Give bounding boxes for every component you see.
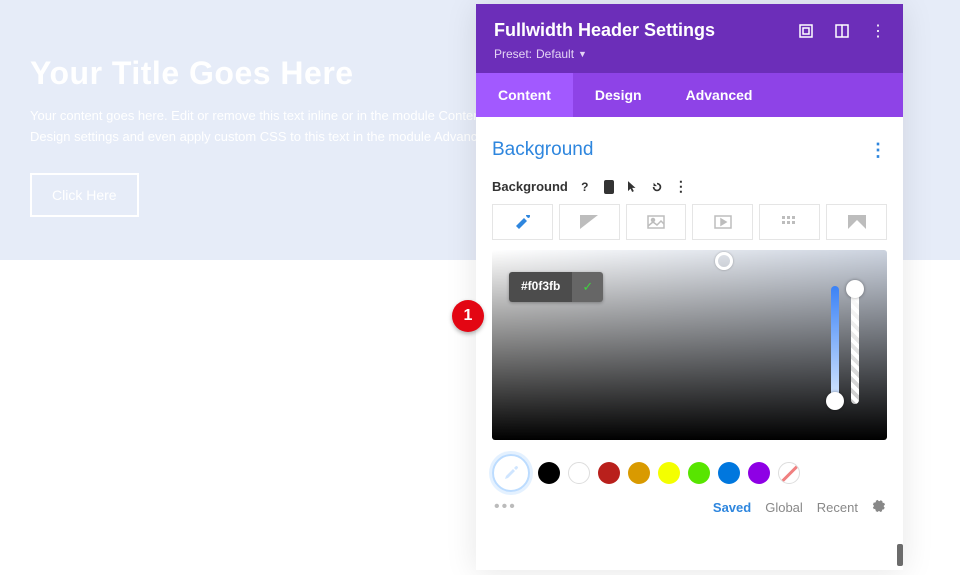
preset-value: Default [536, 47, 574, 61]
alpha-handle[interactable] [846, 280, 864, 298]
color-swatches [492, 454, 887, 492]
swatch-white[interactable] [568, 462, 590, 484]
swatch-purple[interactable] [748, 462, 770, 484]
tab-advanced[interactable]: Advanced [664, 73, 775, 117]
swatch-amber[interactable] [628, 462, 650, 484]
expand-icon[interactable] [799, 24, 813, 38]
hover-icon[interactable] [626, 180, 640, 194]
hex-input-pill: #f0f3fb ✓ [509, 272, 603, 302]
background-type-tabs [492, 204, 887, 240]
mobile-icon[interactable] [602, 180, 616, 194]
section-menu-icon[interactable]: ⋮ [869, 140, 887, 161]
hex-confirm-button[interactable]: ✓ [572, 272, 603, 302]
swatch-yellow[interactable] [658, 462, 680, 484]
reset-icon[interactable] [650, 180, 664, 194]
field-label: Background [492, 179, 568, 194]
swatch-tabs: Saved Global Recent [713, 499, 885, 515]
tab-content[interactable]: Content [476, 73, 573, 117]
picker-cursor[interactable] [715, 252, 733, 270]
panel-header: Fullwidth Header Settings ⋮ Preset: Defa… [476, 4, 903, 73]
swatch-red[interactable] [598, 462, 620, 484]
scrollbar[interactable] [897, 544, 903, 566]
bg-tab-video[interactable] [692, 204, 753, 240]
alpha-slider[interactable] [851, 286, 859, 404]
bg-tab-pattern[interactable] [759, 204, 820, 240]
bg-tab-mask[interactable] [826, 204, 887, 240]
swatch-black[interactable] [538, 462, 560, 484]
panel-tabs: Content Design Advanced [476, 73, 903, 117]
bg-tab-color[interactable] [492, 204, 553, 240]
hue-slider[interactable] [831, 286, 839, 404]
panel-body: Background ⋮ Background ? ⋮ [476, 117, 903, 524]
field-more-icon[interactable]: ⋮ [674, 180, 688, 194]
eyedropper-button[interactable] [492, 454, 530, 492]
swatch-blue[interactable] [718, 462, 740, 484]
swatch-tab-global[interactable]: Global [765, 500, 803, 515]
color-picker-canvas[interactable]: #f0f3fb ✓ [492, 250, 887, 440]
hue-handle[interactable] [826, 392, 844, 410]
bg-tab-image[interactable] [626, 204, 687, 240]
swatch-tab-saved[interactable]: Saved [713, 500, 751, 515]
help-icon[interactable]: ? [578, 180, 592, 194]
responsive-icon[interactable] [835, 24, 849, 38]
swatch-green[interactable] [688, 462, 710, 484]
preset-dropdown[interactable]: Preset: Default ▼ [494, 47, 587, 61]
hero-cta-button[interactable]: Click Here [30, 173, 139, 217]
annotation-badge-1: 1 [452, 300, 484, 332]
swatch-none[interactable] [778, 462, 800, 484]
chevron-down-icon: ▼ [578, 49, 587, 59]
bg-tab-gradient[interactable] [559, 204, 620, 240]
more-dots[interactable]: ••• [494, 498, 517, 516]
more-icon[interactable]: ⋮ [871, 24, 885, 38]
settings-panel: Fullwidth Header Settings ⋮ Preset: Defa… [476, 4, 903, 570]
section-title[interactable]: Background [492, 139, 593, 161]
hex-value[interactable]: #f0f3fb [509, 272, 572, 302]
swatch-tab-recent[interactable]: Recent [817, 500, 858, 515]
preset-label: Preset: [494, 47, 532, 61]
gear-icon[interactable] [872, 499, 885, 515]
panel-title: Fullwidth Header Settings [494, 20, 715, 41]
tab-design[interactable]: Design [573, 73, 664, 117]
